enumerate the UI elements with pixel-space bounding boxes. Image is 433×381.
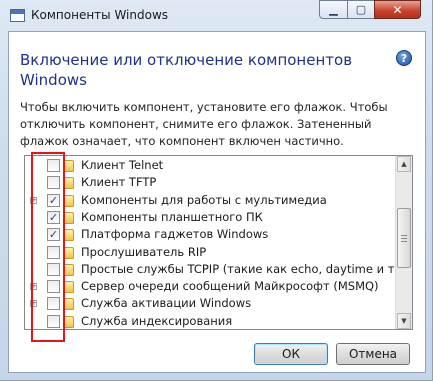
feature-row[interactable]: Прослушиватель RIP xyxy=(25,244,396,262)
checkbox-highlight-annotation xyxy=(31,152,65,342)
instructions-text: Чтобы включить компонент, установите его… xyxy=(20,100,388,148)
feature-label: Служба индексирования xyxy=(81,313,233,328)
feature-label: Клиент Telnet xyxy=(81,158,164,172)
scroll-grip-icon xyxy=(401,235,407,236)
feature-label: Простые службы TCPIP (такие как echo, da… xyxy=(81,261,413,276)
feature-label: Компоненты для работы с мультимедиа xyxy=(81,192,327,207)
feature-row[interactable]: + ✓ Компоненты для работы с мультимедиа xyxy=(25,192,396,210)
page-title-line1: Включение или отключение компонентов xyxy=(20,51,353,69)
scroll-up-button[interactable]: ▲ xyxy=(397,156,411,172)
dialog-content: Включение или отключение компонентов Win… xyxy=(8,31,426,373)
window-title: Компоненты Windows xyxy=(31,8,169,22)
scroll-up-icon: ▲ xyxy=(401,160,407,168)
feature-row[interactable]: ✓ Платформа гаджетов Windows xyxy=(25,226,396,244)
page-title-line2: Windows xyxy=(20,71,87,89)
maximize-button[interactable]: ▢ xyxy=(347,0,374,19)
title-bar[interactable]: Компоненты Windows ▁ ▢ ✕ xyxy=(0,0,433,32)
features-tree[interactable]: Клиент Telnet Клиент TFTP + ✓ Компоненты для… xyxy=(24,155,413,330)
maximize-icon: ▢ xyxy=(355,3,367,16)
feature-row[interactable]: + Служба активации Windows xyxy=(25,295,396,313)
feature-row[interactable]: + Сервер очереди сообщений Майкрософт (MS… xyxy=(25,278,396,296)
minimize-icon: ▁ xyxy=(329,3,338,16)
cancel-button[interactable]: Отмена xyxy=(336,343,410,365)
minimize-button[interactable]: ▁ xyxy=(319,0,347,19)
page-title: Включение или отключение компонентов Win… xyxy=(20,50,370,90)
close-button[interactable]: ✕ xyxy=(374,0,421,19)
ok-button[interactable]: ОК xyxy=(254,343,328,365)
feature-label: Клиент TFTP xyxy=(81,175,157,190)
close-icon: ✕ xyxy=(392,2,403,17)
feature-row[interactable]: Клиент Telnet xyxy=(25,157,396,175)
vertical-scrollbar[interactable]: ▲ ▼ xyxy=(395,156,412,329)
feature-label: Компоненты планшетного ПК xyxy=(81,209,263,224)
help-icon[interactable]: ? xyxy=(396,50,412,66)
feature-label: Платформа гаджетов Windows xyxy=(81,227,269,242)
window-frame: Компоненты Windows ▁ ▢ ✕ Включение или о… xyxy=(0,0,433,381)
window-app-icon xyxy=(10,9,25,22)
feature-label: Служба активации Windows xyxy=(81,296,252,311)
scroll-down-icon: ▼ xyxy=(401,317,407,325)
scroll-down-button[interactable]: ▼ xyxy=(397,313,411,329)
feature-row[interactable]: ✓ Компоненты планшетного ПК xyxy=(25,209,396,227)
feature-row[interactable]: Простые службы TCPIP (такие как echo, da… xyxy=(25,261,412,279)
feature-row[interactable]: Служба индексирования xyxy=(25,313,396,329)
feature-label: Прослушиватель RIP xyxy=(81,244,207,259)
feature-row[interactable]: Клиент TFTP xyxy=(25,174,396,192)
scroll-thumb[interactable] xyxy=(397,208,411,268)
feature-label: Сервер очереди сообщений Майкрософт (MSM… xyxy=(81,279,379,294)
help-icon-glyph: ? xyxy=(400,51,408,65)
